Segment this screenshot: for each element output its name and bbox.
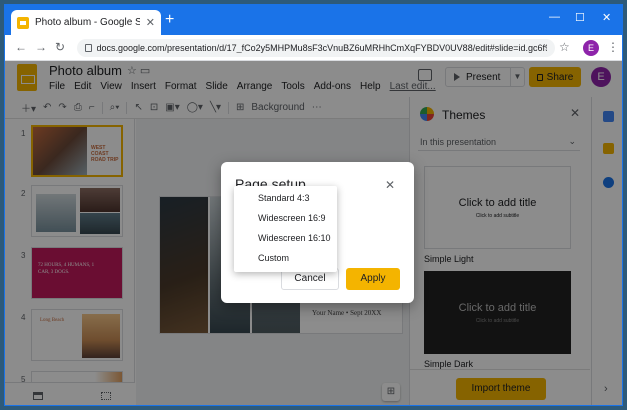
browser-tab[interactable]: Photo album - Google Slides ✕ [11, 10, 161, 35]
profile-avatar[interactable]: E [583, 40, 599, 56]
maximize-icon[interactable]: ☐ [575, 11, 585, 24]
minimize-icon[interactable]: — [549, 11, 560, 23]
browser-tab-title: Photo album - Google Slides [35, 17, 140, 28]
browser-menu-icon[interactable]: ⋮ [607, 40, 619, 54]
new-tab-icon[interactable]: + [165, 11, 174, 29]
close-window-icon[interactable]: ✕ [602, 11, 611, 24]
address-bar-row: ← → ↻ docs.google.com/presentation/d/17_… [5, 35, 622, 61]
apply-button[interactable]: Apply [346, 268, 400, 290]
browser-window: Photo album - Google Slides ✕ + — ☐ ✕ ← … [4, 4, 623, 406]
close-tab-icon[interactable]: ✕ [146, 16, 155, 29]
option-widescreen-16-9[interactable]: Widescreen 16:9 [234, 208, 337, 228]
lock-icon [85, 44, 92, 52]
close-icon[interactable]: ✕ [385, 178, 395, 192]
page-size-dropdown: Standard 4:3 Widescreen 16:9 Widescreen … [234, 186, 337, 272]
reload-icon[interactable]: ↻ [55, 40, 65, 54]
forward-icon[interactable]: → [35, 40, 47, 54]
omnibox[interactable]: docs.google.com/presentation/d/17_fCo2y5… [77, 39, 555, 57]
bookmark-star-icon[interactable]: ☆ [559, 40, 570, 54]
url-text: docs.google.com/presentation/d/17_fCo2y5… [96, 43, 547, 53]
back-icon[interactable]: ← [15, 40, 27, 54]
tab-strip: Photo album - Google Slides ✕ + — ☐ ✕ [5, 5, 622, 35]
option-standard-4-3[interactable]: Standard 4:3 [234, 188, 337, 208]
slides-favicon-icon [17, 16, 29, 29]
option-widescreen-16-10[interactable]: Widescreen 16:10 [234, 228, 337, 248]
option-custom[interactable]: Custom [234, 248, 337, 268]
